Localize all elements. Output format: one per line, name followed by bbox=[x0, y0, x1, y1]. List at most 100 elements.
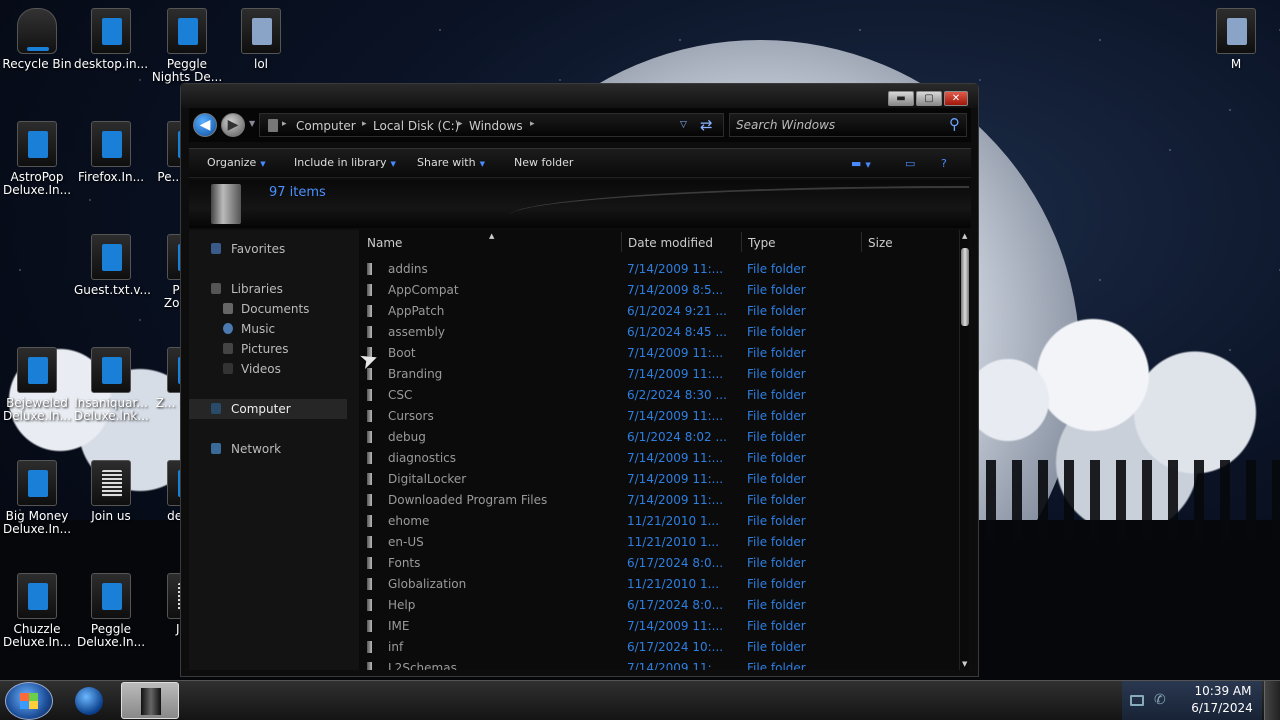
file-name: assembly bbox=[388, 325, 445, 339]
scroll-up-icon[interactable]: ▲ bbox=[962, 232, 967, 240]
file-row[interactable]: L2Schemas 7/14/2009 11:... File folder bbox=[359, 658, 961, 670]
preview-pane-icon[interactable]: ▭ bbox=[905, 157, 915, 170]
desktop-icon-join-us[interactable]: Join us bbox=[74, 460, 148, 523]
desktop-icon-label: M bbox=[1230, 57, 1242, 71]
desktop-icon-firefox[interactable]: Firefox.In... bbox=[74, 121, 148, 184]
network-icon bbox=[211, 443, 221, 454]
desktop-icon-insaniquarium[interactable]: Insaniquar... Deluxe.lnk... bbox=[74, 347, 149, 423]
file-row[interactable]: Cursors 7/14/2009 11:... File folder bbox=[359, 406, 961, 427]
nav-documents[interactable]: Documents bbox=[189, 299, 347, 319]
nav-computer[interactable]: Computer bbox=[189, 399, 347, 419]
breadcrumb-windows[interactable]: Windows bbox=[469, 119, 523, 133]
nav-favorites[interactable]: Favorites bbox=[189, 239, 347, 259]
file-row[interactable]: Branding 7/14/2009 11:... File folder bbox=[359, 364, 961, 385]
desktop-icon-bejeweled[interactable]: Bejeweled Deluxe.In... bbox=[0, 347, 74, 423]
share-with-button[interactable]: Share with ▼ bbox=[417, 156, 485, 169]
file-row[interactable]: DigitalLocker 7/14/2009 11:... File folder bbox=[359, 469, 961, 490]
desktop-icon-recycle-bin[interactable]: Recycle Bin bbox=[0, 8, 74, 71]
file-date-modified: 7/14/2009 8:5... bbox=[627, 283, 724, 297]
file-row[interactable]: debug 6/1/2024 8:02 ... File folder bbox=[359, 427, 961, 448]
nav-pictures[interactable]: Pictures bbox=[189, 339, 347, 359]
breadcrumb-local-disk[interactable]: Local Disk (C:) bbox=[373, 119, 459, 133]
clock-time[interactable]: 10:39 AM bbox=[1184, 684, 1262, 698]
column-date-modified[interactable]: Date modified bbox=[628, 236, 713, 250]
help-icon[interactable]: ? bbox=[941, 157, 947, 170]
file-name: addins bbox=[388, 262, 428, 276]
breadcrumb-separator[interactable]: ▸ bbox=[530, 119, 535, 129]
breadcrumb-separator[interactable]: ▸ bbox=[282, 119, 287, 129]
address-dropdown-icon[interactable]: ▽ bbox=[680, 120, 687, 130]
nav-videos[interactable]: Videos bbox=[189, 359, 347, 379]
column-divider[interactable] bbox=[621, 232, 622, 252]
window-titlebar[interactable] bbox=[181, 84, 978, 108]
folder-icon bbox=[1216, 8, 1256, 54]
column-type[interactable]: Type bbox=[748, 236, 776, 250]
search-icon[interactable]: ⚲ bbox=[949, 115, 960, 133]
taskbar-windows-explorer[interactable] bbox=[121, 682, 179, 719]
file-date-modified: 6/17/2024 8:0... bbox=[627, 598, 724, 612]
recent-pages-dropdown-icon[interactable]: ▼ bbox=[249, 119, 255, 128]
videos-icon bbox=[223, 363, 233, 374]
file-row[interactable]: Help 6/17/2024 8:0... File folder bbox=[359, 595, 961, 616]
desktop-icon-m[interactable]: M bbox=[1199, 8, 1273, 71]
file-row[interactable]: IME 7/14/2009 11:... File folder bbox=[359, 616, 961, 637]
vertical-scrollbar[interactable]: ▲ ▼ bbox=[959, 230, 969, 670]
action-center-icon[interactable] bbox=[1130, 695, 1144, 706]
desktop-icon-big-money[interactable]: Big Money Deluxe.In... bbox=[0, 460, 74, 536]
maximize-button[interactable]: ▢ bbox=[916, 91, 942, 106]
desktop-icon-label: desktop.in... bbox=[74, 57, 149, 71]
breadcrumb-computer[interactable]: Computer bbox=[296, 119, 356, 133]
close-button[interactable]: ✕ bbox=[944, 91, 968, 106]
file-row[interactable]: AppPatch 6/1/2024 9:21 ... File folder bbox=[359, 301, 961, 322]
clock-date[interactable]: 6/17/2024 bbox=[1182, 701, 1262, 715]
forward-button[interactable]: ▶ bbox=[221, 113, 245, 137]
file-row[interactable]: inf 6/17/2024 10:... File folder bbox=[359, 637, 961, 658]
start-button[interactable] bbox=[5, 682, 53, 720]
chevron-down-icon: ▼ bbox=[260, 160, 266, 168]
show-desktop-button[interactable] bbox=[1264, 681, 1280, 720]
nav-libraries[interactable]: Libraries bbox=[189, 279, 347, 299]
column-divider[interactable] bbox=[861, 232, 862, 252]
column-divider[interactable] bbox=[741, 232, 742, 252]
change-view-icon[interactable]: ▬ ▼ bbox=[851, 157, 871, 170]
taskbar-internet-explorer[interactable] bbox=[60, 682, 118, 719]
file-row[interactable]: en-US 11/21/2010 1... File folder bbox=[359, 532, 961, 553]
desktop-icon-astropop[interactable]: AstroPop Deluxe.In... bbox=[0, 121, 74, 197]
file-row[interactable]: Downloaded Program Files 7/14/2009 11:...… bbox=[359, 490, 961, 511]
address-bar[interactable]: ▸ Computer ▸ Local Disk (C:) ▸ Windows ▸… bbox=[259, 113, 724, 137]
scrollbar-thumb[interactable] bbox=[961, 248, 969, 326]
nav-music[interactable]: Music bbox=[189, 319, 347, 339]
file-row[interactable]: diagnostics 7/14/2009 11:... File folder bbox=[359, 448, 961, 469]
desktop-icon-peggle-nights[interactable]: Peggle Nights De... bbox=[150, 8, 224, 84]
scroll-down-icon[interactable]: ▼ bbox=[962, 660, 967, 668]
network-status-icon[interactable]: ✆ bbox=[1154, 692, 1166, 708]
file-row[interactable]: ehome 11/21/2010 1... File folder bbox=[359, 511, 961, 532]
search-input[interactable] bbox=[736, 117, 936, 133]
desktop-icon-lol[interactable]: lol bbox=[224, 8, 298, 71]
organize-button[interactable]: Organize ▼ bbox=[207, 156, 266, 169]
file-date-modified: 6/17/2024 8:0... bbox=[627, 556, 724, 570]
nav-documents-label: Documents bbox=[241, 302, 310, 316]
file-date-modified: 7/14/2009 11:... bbox=[627, 262, 724, 276]
column-name[interactable]: Name bbox=[367, 236, 402, 250]
file-row[interactable]: Globalization 11/21/2010 1... File folder bbox=[359, 574, 961, 595]
file-row[interactable]: AppCompat 7/14/2009 8:5... File folder bbox=[359, 280, 961, 301]
nav-network[interactable]: Network bbox=[189, 439, 347, 459]
file-row[interactable]: addins 7/14/2009 11:... File folder bbox=[359, 259, 961, 280]
breadcrumb-separator[interactable]: ▸ bbox=[458, 119, 463, 129]
back-button[interactable]: ◀ bbox=[193, 113, 217, 137]
file-row[interactable]: Boot 7/14/2009 11:... File folder bbox=[359, 343, 961, 364]
include-in-library-button[interactable]: Include in library ▼ bbox=[294, 156, 396, 169]
breadcrumb-separator[interactable]: ▸ bbox=[362, 119, 367, 129]
desktop-icon-desktop-ini[interactable]: desktop.in... bbox=[74, 8, 148, 71]
file-row[interactable]: CSC 6/2/2024 8:30 ... File folder bbox=[359, 385, 961, 406]
refresh-icon[interactable]: ⇄ bbox=[700, 116, 713, 134]
file-row[interactable]: assembly 6/1/2024 8:45 ... File folder bbox=[359, 322, 961, 343]
column-size[interactable]: Size bbox=[868, 236, 893, 250]
desktop-icon-peggle-deluxe[interactable]: Peggle Deluxe.In... bbox=[74, 573, 148, 649]
desktop-icon-chuzzle[interactable]: Chuzzle Deluxe.In... bbox=[0, 573, 74, 649]
desktop-icon-guest-txt[interactable]: Guest.txt.v... bbox=[74, 234, 151, 297]
new-folder-button[interactable]: New folder bbox=[514, 156, 573, 169]
minimize-button[interactable]: ▬ bbox=[888, 91, 914, 106]
file-row[interactable]: Fonts 6/17/2024 8:0... File folder bbox=[359, 553, 961, 574]
